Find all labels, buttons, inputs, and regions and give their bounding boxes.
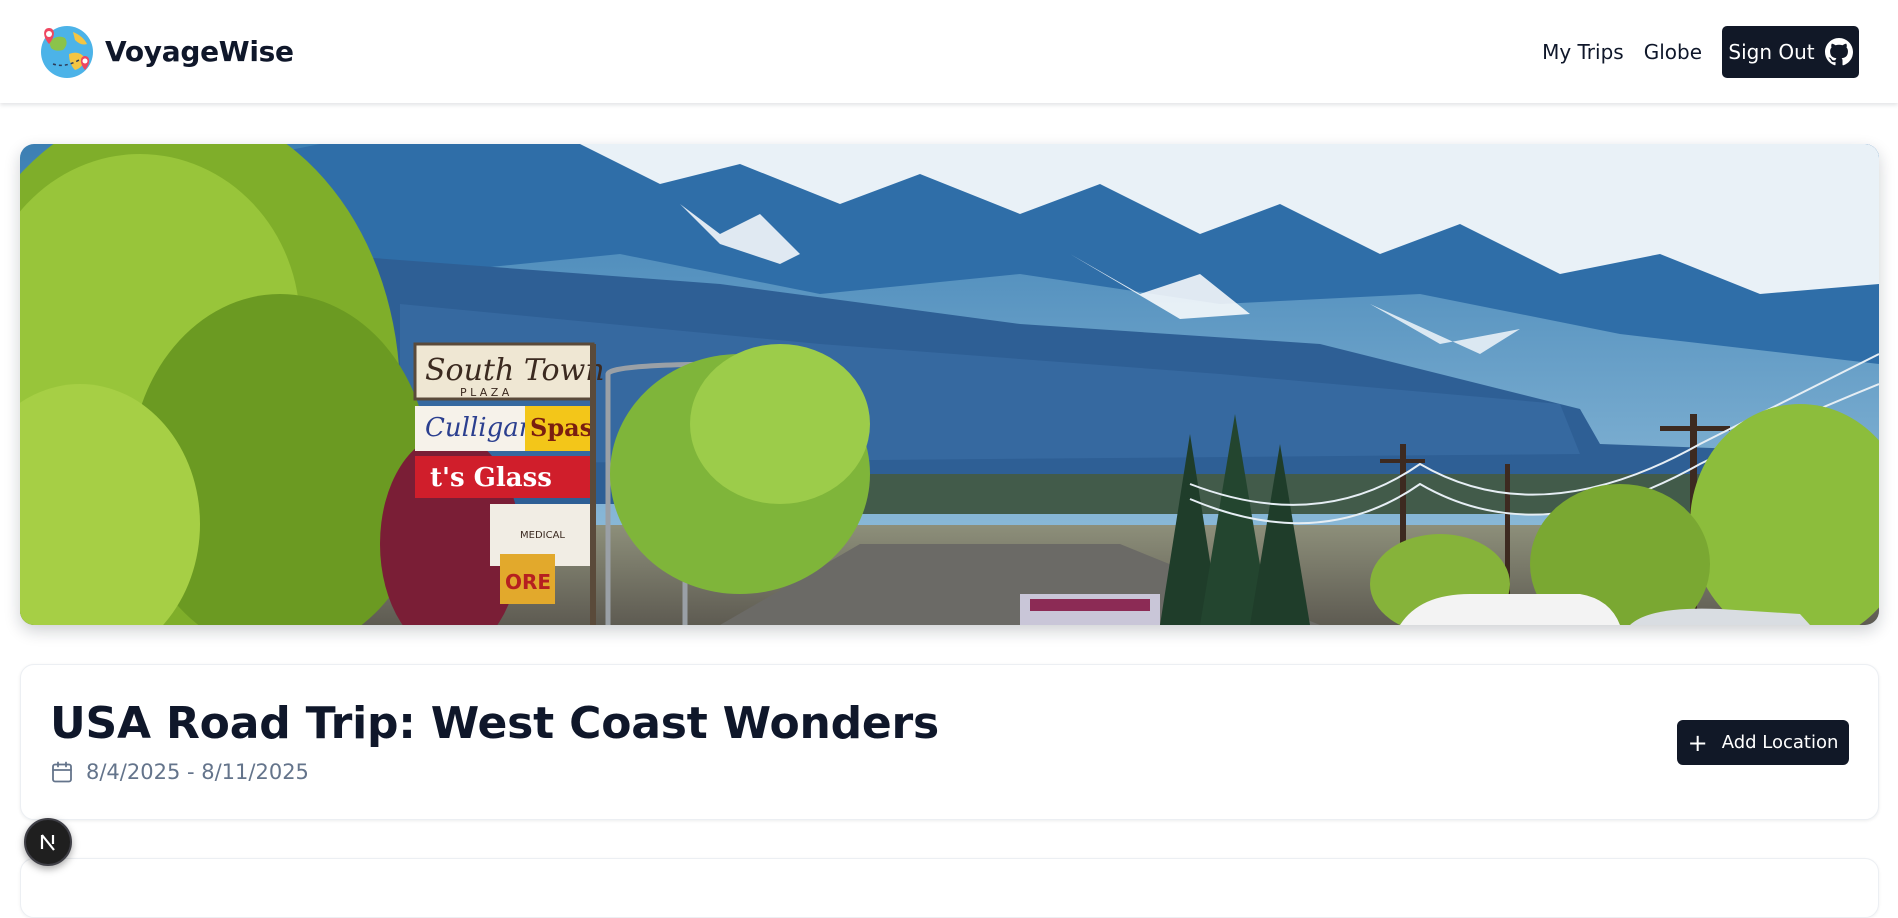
road-with-mountains-photo: South Town P L A Z A Culligan Spas t's G… [20, 144, 1879, 625]
github-icon [1824, 37, 1853, 65]
trip-title: USA Road Trip: West Coast Wonders [50, 698, 940, 749]
sign-line-medical: MEDICAL [520, 530, 565, 541]
sign-out-label: Sign Out [1728, 39, 1815, 64]
calendar-icon [52, 761, 72, 783]
nextjs-dev-tools-button[interactable] [24, 818, 72, 866]
trip-dates: 8/4/2025 - 8/11/2025 [50, 760, 309, 784]
top-navbar: VoyageWise My Trips Globe Sign Out [0, 0, 1898, 103]
sign-line-glass: t's Glass [430, 463, 552, 493]
sign-line-spas: Spas [530, 413, 593, 442]
sign-sub: P L A Z A [460, 386, 510, 399]
brand-link[interactable]: VoyageWise [39, 24, 294, 80]
nav-links: My Trips Globe Sign Out [1542, 25, 1859, 78]
add-location-label: Add Location [1721, 732, 1839, 753]
nextjs-logo-icon [40, 834, 55, 851]
nav-link-globe[interactable]: Globe [1644, 40, 1702, 64]
add-location-button[interactable]: + Add Location [1677, 720, 1849, 765]
sign-line-ore: ORE [505, 570, 551, 594]
sign-text: South Town [425, 353, 605, 388]
brand-name: VoyageWise [105, 35, 294, 68]
trip-content-card [20, 858, 1879, 918]
nav-link-my-trips[interactable]: My Trips [1542, 40, 1624, 64]
trip-header-card: USA Road Trip: West Coast Wonders 8/4/20… [20, 664, 1879, 820]
globe-with-pins-icon [41, 25, 93, 78]
trip-dates-text: 8/4/2025 - 8/11/2025 [86, 760, 309, 784]
plus-icon: + [1687, 728, 1708, 757]
trip-hero-image: South Town P L A Z A Culligan Spas t's G… [20, 144, 1879, 625]
sign-out-button[interactable]: Sign Out [1722, 25, 1859, 78]
sign-line-culligan: Culligan [425, 413, 535, 443]
